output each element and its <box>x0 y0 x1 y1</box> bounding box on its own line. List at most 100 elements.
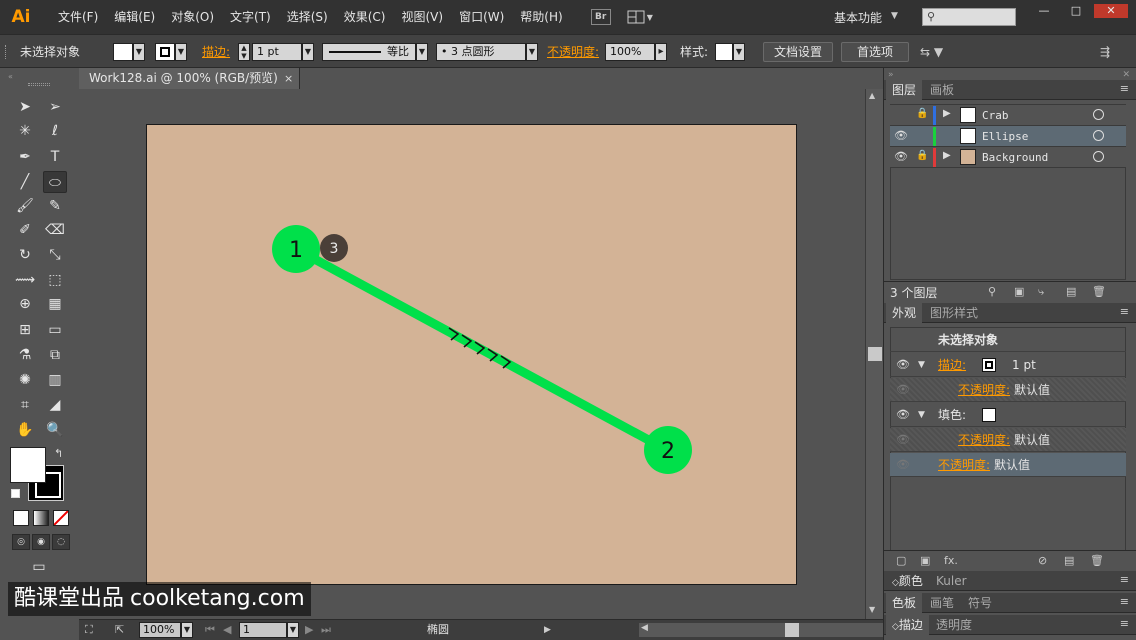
stroke-label-link[interactable]: 描边: <box>938 353 966 377</box>
mesh-tool-icon[interactable]: ⊞ <box>13 319 37 341</box>
eyedropper-tool-icon[interactable]: ⚗ <box>13 344 37 366</box>
zoom-tool-icon[interactable]: 🔍 <box>43 419 67 441</box>
menu-view[interactable]: 视图(V) <box>393 0 451 34</box>
direct-selection-tool-icon[interactable]: ➢ <box>43 96 67 118</box>
free-transform-tool-icon[interactable]: ⬚ <box>43 269 67 291</box>
tab-kuler[interactable]: Kuler <box>930 571 973 591</box>
duplicate-item-icon[interactable]: ▤ <box>1064 554 1074 567</box>
expand-triangle-icon[interactable]: ▼ <box>918 403 925 427</box>
menu-help[interactable]: 帮助(H) <box>512 0 570 34</box>
draw-normal-icon[interactable]: ◎ <box>12 534 30 550</box>
panel-menu-icon[interactable]: ≡ <box>1120 305 1129 318</box>
menu-object[interactable]: 对象(O) <box>163 0 222 34</box>
panel-menu-icon[interactable]: ≡ <box>1120 573 1129 586</box>
align-options-icon[interactable]: ⇆ ▼ <box>920 43 943 61</box>
opacity-label-link[interactable]: 不透明度: <box>958 378 1010 402</box>
column-graph-tool-icon[interactable]: ▥ <box>43 369 67 391</box>
clear-appearance-icon[interactable]: ⊘ <box>1038 554 1047 567</box>
default-colors-icon[interactable] <box>11 489 20 498</box>
appearance-fill-opacity-row[interactable]: 👁 不透明度: 默认值 <box>890 428 1126 452</box>
menu-file[interactable]: 文件(F) <box>50 0 106 34</box>
add-fill-icon[interactable]: ▣ <box>920 554 930 567</box>
eye-icon[interactable]: 👁 <box>894 150 908 163</box>
magic-wand-tool-icon[interactable]: ✳ <box>13 120 37 142</box>
close-window-button[interactable]: ✕ <box>1094 4 1128 18</box>
swap-colors-icon[interactable]: ↰ <box>54 447 63 460</box>
eye-icon[interactable]: 👁 <box>896 378 910 402</box>
tab-symbols[interactable]: 符号 <box>962 593 998 613</box>
gradient-tool-icon[interactable]: ▭ <box>43 319 67 341</box>
eye-icon[interactable]: 👁 <box>896 353 910 377</box>
rotate-tool-icon[interactable]: ↻ <box>13 244 37 266</box>
chevron-down-icon[interactable]: ▼ <box>287 622 299 638</box>
menu-select[interactable]: 选择(S) <box>279 0 336 34</box>
fx-effect-button[interactable]: fx. <box>944 554 958 567</box>
pencil-tool-icon[interactable]: ✎ <box>43 195 67 217</box>
appearance-fill-row[interactable]: 👁 ▼ 填色: <box>890 403 1126 427</box>
fill-swatch[interactable] <box>982 408 996 422</box>
close-dock-icon[interactable]: ✕ <box>1122 70 1130 80</box>
clipping-mask-icon[interactable]: ▣ <box>1014 285 1024 298</box>
panel-menu-icon[interactable]: ≡ <box>1120 617 1129 630</box>
scroll-up-icon[interactable]: ▲ <box>869 91 875 100</box>
panel-menu-icon[interactable]: ⇶ <box>1100 43 1110 61</box>
gpu-icon[interactable]: ⛶ <box>85 622 93 638</box>
chevron-down-icon[interactable]: ▼ <box>891 11 898 21</box>
target-circle-icon[interactable] <box>1093 151 1104 162</box>
maximize-button[interactable]: □ <box>1062 4 1090 18</box>
chevron-down-icon[interactable]: ▼ <box>133 43 145 61</box>
stroke-color-swatch[interactable] <box>155 43 175 61</box>
eye-icon[interactable]: 👁 <box>896 403 910 427</box>
expand-triangle-icon[interactable]: ▶ <box>943 108 951 119</box>
tab-brushes[interactable]: 画笔 <box>924 593 960 613</box>
export-icon[interactable]: ⇱ <box>115 622 124 638</box>
panel-menu-icon[interactable]: ≡ <box>1120 595 1129 608</box>
first-artboard-icon[interactable]: ⏮ <box>205 622 215 638</box>
shape-builder-tool-icon[interactable]: ⊕ <box>13 293 37 315</box>
trash-icon[interactable]: 🗑 <box>1092 285 1106 298</box>
layer-row-background[interactable]: 👁 🔒 ▶ Background <box>890 147 1126 168</box>
opacity-label-link[interactable]: 不透明度: <box>547 43 599 61</box>
draw-inside-icon[interactable]: ◌ <box>52 534 70 550</box>
scroll-left-icon[interactable]: ◀ <box>641 623 648 633</box>
minimize-button[interactable]: — <box>1030 4 1058 18</box>
new-layer-icon[interactable]: ▤ <box>1066 285 1076 298</box>
symbol-sprayer-tool-icon[interactable]: ✺ <box>13 369 37 391</box>
artboard-tool-icon[interactable]: ⌗ <box>13 394 37 416</box>
eye-icon[interactable]: 👁 <box>896 428 910 452</box>
appearance-opacity-row[interactable]: 👁 不透明度: 默认值 <box>890 453 1126 477</box>
fill-color-box[interactable] <box>10 447 46 483</box>
lock-icon[interactable]: 🔒 <box>916 150 928 161</box>
menu-edit[interactable]: 编辑(E) <box>106 0 163 34</box>
target-circle-icon[interactable] <box>1093 109 1104 120</box>
appearance-stroke-row[interactable]: 👁 ▼ 描边: 1 pt <box>890 353 1126 377</box>
scroll-thumb[interactable] <box>868 347 882 361</box>
last-artboard-icon[interactable]: ⏭ <box>321 622 331 638</box>
collapse-panels-icon[interactable]: » <box>888 70 894 80</box>
new-sublayer-icon[interactable]: ⤷ <box>1038 285 1044 299</box>
expand-triangle-icon[interactable]: ▶ <box>943 150 951 161</box>
stepper-icon[interactable]: ▲ ▼ <box>238 43 250 61</box>
workspace-switcher[interactable]: 基本功能 <box>834 9 882 26</box>
scroll-down-icon[interactable]: ▼ <box>869 605 875 614</box>
perspective-grid-tool-icon[interactable]: ▦ <box>43 293 67 315</box>
screen-mode-icon[interactable]: ▭ <box>27 556 51 578</box>
stroke-label-link[interactable]: 描边: <box>202 43 230 61</box>
eye-icon[interactable]: 👁 <box>896 453 910 477</box>
tab-graphic-styles[interactable]: 图形样式 <box>924 303 984 323</box>
opacity-label-link[interactable]: 不透明度: <box>958 428 1010 452</box>
artboard-number-field[interactable]: 1 <box>239 622 287 638</box>
opacity-field[interactable]: 100% <box>605 43 655 61</box>
scale-tool-icon[interactable]: ⤡ <box>43 244 67 266</box>
slice-tool-icon[interactable]: ◢ <box>43 394 67 416</box>
arrange-documents-button[interactable]: ▼ <box>627 9 655 25</box>
lasso-tool-icon[interactable]: ℓ <box>43 120 67 142</box>
hand-tool-icon[interactable]: ✋ <box>13 419 37 441</box>
blob-brush-tool-icon[interactable]: ✐ <box>13 219 37 241</box>
tab-color[interactable]: ◇颜色 <box>886 571 929 591</box>
layer-row-crab[interactable]: 🔒 ▶ Crab <box>890 105 1126 126</box>
fill-color-swatch[interactable] <box>113 43 133 61</box>
preferences-button[interactable]: 首选项 <box>841 42 909 62</box>
stroke-swatch[interactable] <box>982 358 996 372</box>
chevron-down-icon[interactable]: ▼ <box>302 43 314 61</box>
